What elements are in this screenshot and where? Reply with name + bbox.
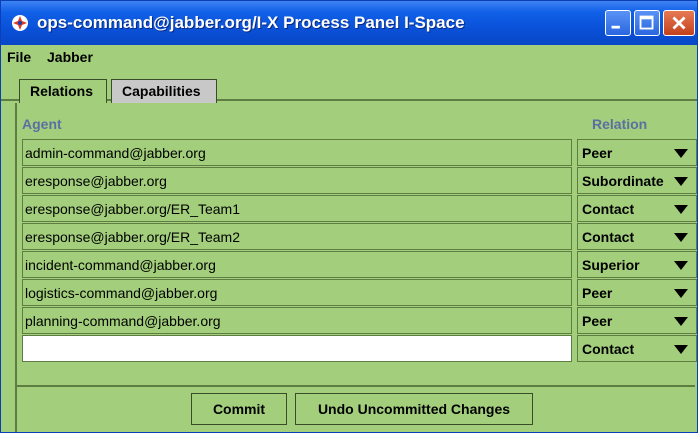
dropdown-arrow-icon bbox=[674, 149, 688, 158]
agent-cell[interactable]: eresponse@jabber.org/ER_Team2 bbox=[22, 223, 572, 250]
dropdown-arrow-icon bbox=[674, 289, 688, 298]
window-title: ops-command@jabber.org/I-X Process Panel… bbox=[37, 13, 465, 32]
table-row: Contact bbox=[22, 335, 698, 363]
relation-select[interactable]: Subordinate bbox=[577, 167, 697, 194]
tab-strip: Relations Capabilities bbox=[1, 71, 697, 103]
dropdown-arrow-icon bbox=[674, 205, 688, 214]
column-header-relation[interactable]: Relation bbox=[592, 116, 647, 132]
relation-select[interactable]: Peer bbox=[577, 279, 697, 306]
minimize-icon bbox=[611, 25, 620, 29]
tab-capabilities[interactable]: Capabilities bbox=[111, 79, 217, 103]
table-row: eresponse@jabber.org Subordinate bbox=[22, 167, 698, 195]
table-row: planning-command@jabber.org Peer bbox=[22, 307, 698, 335]
table-row: eresponse@jabber.org/ER_Team2 Contact bbox=[22, 223, 698, 251]
menu-file[interactable]: File bbox=[7, 49, 31, 65]
app-window: ops-command@jabber.org/I-X Process Panel… bbox=[0, 0, 698, 433]
column-header-agent[interactable]: Agent bbox=[22, 116, 62, 132]
agent-cell[interactable]: eresponse@jabber.org/ER_Team1 bbox=[22, 195, 572, 222]
relation-value: Subordinate bbox=[582, 173, 664, 189]
relation-value: Peer bbox=[582, 285, 613, 301]
maximize-button[interactable] bbox=[634, 10, 660, 36]
dropdown-arrow-icon bbox=[674, 233, 688, 242]
button-bar: Commit Undo Uncommitted Changes bbox=[15, 385, 695, 432]
table-row: eresponse@jabber.org/ER_Team1 Contact bbox=[22, 195, 698, 223]
agent-cell[interactable]: incident-command@jabber.org bbox=[22, 251, 572, 278]
relation-value: Superior bbox=[582, 257, 640, 273]
maximize-icon bbox=[639, 15, 654, 30]
relation-select[interactable]: Peer bbox=[577, 139, 697, 166]
table-row: logistics-command@jabber.org Peer bbox=[22, 279, 698, 307]
tab-relations[interactable]: Relations bbox=[19, 79, 107, 103]
relation-select[interactable]: Contact bbox=[577, 335, 697, 362]
minimize-button[interactable] bbox=[605, 10, 631, 36]
agent-cell[interactable]: admin-command@jabber.org bbox=[22, 139, 572, 166]
table-row: admin-command@jabber.org Peer bbox=[22, 139, 698, 167]
relation-select[interactable]: Contact bbox=[577, 195, 697, 222]
relation-value: Peer bbox=[582, 145, 613, 161]
new-agent-input[interactable] bbox=[22, 335, 572, 362]
dropdown-arrow-icon bbox=[674, 345, 688, 354]
table-row: incident-command@jabber.org Superior bbox=[22, 251, 698, 279]
ix-logo-icon bbox=[12, 15, 28, 31]
title-bar[interactable]: ops-command@jabber.org/I-X Process Panel… bbox=[1, 1, 697, 45]
relation-select[interactable]: Peer bbox=[577, 307, 697, 334]
relation-value: Contact bbox=[582, 229, 635, 245]
agent-cell[interactable]: eresponse@jabber.org bbox=[22, 167, 572, 194]
relation-value: Contact bbox=[582, 201, 635, 217]
commit-button[interactable]: Commit bbox=[191, 393, 287, 425]
relations-table: Agent Relation admin-command@jabber.org … bbox=[15, 103, 698, 385]
close-button[interactable] bbox=[663, 10, 695, 36]
menu-bar: File Jabber bbox=[1, 45, 697, 71]
dropdown-arrow-icon bbox=[674, 317, 688, 326]
agent-cell[interactable]: planning-command@jabber.org bbox=[22, 307, 572, 334]
close-icon bbox=[672, 16, 686, 30]
relation-select[interactable]: Contact bbox=[577, 223, 697, 250]
menu-jabber[interactable]: Jabber bbox=[47, 49, 93, 65]
dropdown-arrow-icon bbox=[674, 261, 688, 270]
relation-select[interactable]: Superior bbox=[577, 251, 697, 278]
relation-value: Contact bbox=[582, 341, 635, 357]
agent-cell[interactable]: logistics-command@jabber.org bbox=[22, 279, 572, 306]
dropdown-arrow-icon bbox=[674, 177, 688, 186]
relation-value: Peer bbox=[582, 313, 613, 329]
table-header: Agent Relation bbox=[17, 103, 697, 136]
undo-changes-button[interactable]: Undo Uncommitted Changes bbox=[295, 393, 533, 425]
